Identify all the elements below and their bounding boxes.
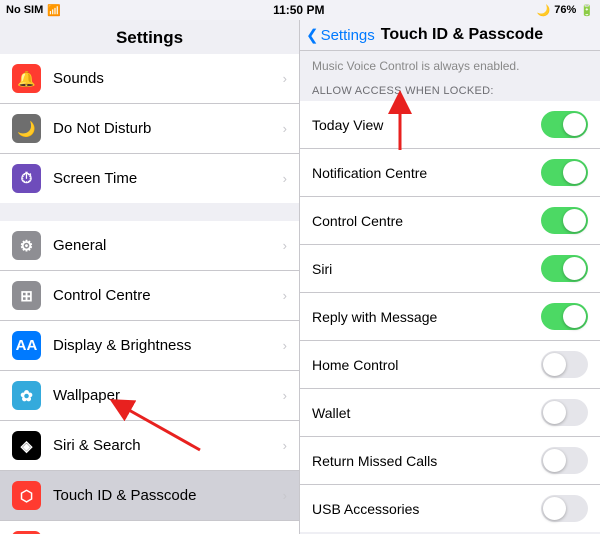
wallpaper-label: Wallpaper — [53, 387, 283, 404]
toggle-thumb-replymessage — [563, 305, 586, 328]
settings-row-touchid[interactable]: ⬡ Touch ID & Passcode› — [0, 471, 299, 521]
toggle-thumb-homecontrol — [543, 353, 566, 376]
toggle-thumb-controlcentre — [563, 209, 586, 232]
sounds-label: Sounds — [53, 70, 283, 87]
toggle-wallet[interactable] — [541, 399, 588, 426]
settings-section-0: 🔔Sounds›🌙Do Not Disturb›⏱Screen Time› — [0, 54, 299, 203]
settings-row-emergency[interactable]: SOSEmergency SOS› — [0, 521, 299, 534]
back-button[interactable]: ❮ Settings — [306, 26, 375, 44]
settings-row-siri[interactable]: ◈ Siri & Search› — [0, 421, 299, 471]
display-icon: AA — [12, 331, 41, 360]
toggle-controlcentre[interactable] — [541, 207, 588, 234]
toggle-thumb-todayview — [563, 113, 586, 136]
display-chevron-icon: › — [283, 338, 287, 353]
battery-icon: 🔋 — [580, 4, 594, 17]
settings-row-sounds[interactable]: 🔔 Sounds› — [0, 54, 299, 104]
toggle-label-usbaccessories: USB Accessories — [312, 501, 541, 517]
panels-wrapper: Settings 🔔Sounds›🌙Do Not Disturb›⏱Screen… — [0, 20, 600, 534]
toggle-label-homecontrol: Home Control — [312, 357, 541, 373]
toggle-notificationcentre[interactable] — [541, 159, 588, 186]
display-label: Display & Brightness — [53, 337, 283, 354]
toggle-thumb-wallet — [543, 401, 566, 424]
left-panel: Settings 🔔Sounds›🌙Do Not Disturb›⏱Screen… — [0, 20, 300, 534]
screentime-icon: ⏱ — [12, 164, 41, 193]
toggle-row-returnmissedcalls[interactable]: Return Missed Calls — [300, 437, 600, 485]
section-header-locked: ALLOW ACCESS WHEN LOCKED: — [300, 77, 600, 101]
donotdisturb-chevron-icon: › — [283, 121, 287, 136]
right-panel: ❮ Settings Touch ID & Passcode Music Voi… — [300, 20, 600, 534]
wallpaper-icon: ✿ — [12, 381, 41, 410]
donotdisturb-icon: 🌙 — [12, 114, 41, 143]
siri-icon: ◈ — [12, 431, 41, 460]
status-right: 🌙 76% 🔋 — [537, 4, 594, 17]
status-time: 11:50 PM — [273, 3, 324, 17]
toggle-group: Today View Notification Centre Control Cen… — [300, 101, 600, 532]
sounds-icon: 🔔 — [12, 64, 41, 93]
controlcentre-label: Control Centre — [53, 287, 283, 304]
right-content: Music Voice Control is always enabled.AL… — [300, 51, 600, 534]
wifi-icon: 📶 — [47, 4, 61, 17]
controlcentre-icon: ⊞ — [12, 281, 41, 310]
settings-section-1: ⚙General›⊞Control Centre›AADisplay & Bri… — [0, 221, 299, 534]
toggle-label-todayview: Today View — [312, 117, 541, 133]
toggle-label-notificationcentre: Notification Centre — [312, 165, 541, 181]
screentime-label: Screen Time — [53, 170, 283, 187]
chevron-left-icon: ❮ — [306, 26, 319, 44]
left-panel-title: Settings — [0, 20, 299, 54]
battery-percent: 76% — [554, 4, 576, 16]
toggle-label-returnmissedcalls: Return Missed Calls — [312, 453, 541, 469]
touchid-chevron-icon: › — [283, 488, 287, 503]
toggle-siri[interactable] — [541, 255, 588, 282]
settings-row-display[interactable]: AA Display & Brightness› — [0, 321, 299, 371]
toggle-thumb-siri — [563, 257, 586, 280]
toggle-label-replymessage: Reply with Message — [312, 309, 541, 325]
settings-row-screentime[interactable]: ⏱ Screen Time› — [0, 154, 299, 203]
wallpaper-chevron-icon: › — [283, 388, 287, 403]
toggle-row-wallet[interactable]: Wallet — [300, 389, 600, 437]
touchid-icon: ⬡ — [12, 481, 41, 510]
donotdisturb-label: Do Not Disturb — [53, 120, 283, 137]
toggle-thumb-returnmissedcalls — [543, 449, 566, 472]
info-text: Music Voice Control is always enabled. — [300, 51, 600, 77]
toggle-thumb-notificationcentre — [563, 161, 586, 184]
controlcentre-chevron-icon: › — [283, 288, 287, 303]
general-chevron-icon: › — [283, 238, 287, 253]
toggle-thumb-usbaccessories — [543, 497, 566, 520]
general-label: General — [53, 237, 283, 254]
settings-row-controlcentre[interactable]: ⊞ Control Centre› — [0, 271, 299, 321]
toggle-todayview[interactable] — [541, 111, 588, 138]
settings-row-wallpaper[interactable]: ✿ Wallpaper› — [0, 371, 299, 421]
back-label: Settings — [321, 27, 375, 44]
right-header: ❮ Settings Touch ID & Passcode — [300, 20, 600, 51]
toggle-label-controlcentre: Control Centre — [312, 213, 541, 229]
toggle-row-siri[interactable]: Siri — [300, 245, 600, 293]
toggle-returnmissedcalls[interactable] — [541, 447, 588, 474]
toggle-row-usbaccessories[interactable]: USB Accessories — [300, 485, 600, 532]
toggle-label-siri: Siri — [312, 261, 541, 277]
toggle-label-wallet: Wallet — [312, 405, 541, 421]
no-sim-label: No SIM — [6, 4, 43, 16]
right-panel-title: Touch ID & Passcode — [381, 26, 543, 44]
status-left: No SIM 📶 — [6, 4, 61, 17]
settings-list: 🔔Sounds›🌙Do Not Disturb›⏱Screen Time›⚙Ge… — [0, 54, 299, 534]
general-icon: ⚙ — [12, 231, 41, 260]
toggle-row-todayview[interactable]: Today View — [300, 101, 600, 149]
status-bar: No SIM 📶 11:50 PM 🌙 76% 🔋 — [0, 0, 600, 20]
touchid-label: Touch ID & Passcode — [53, 487, 283, 504]
toggle-row-replymessage[interactable]: Reply with Message — [300, 293, 600, 341]
settings-row-donotdisturb[interactable]: 🌙 Do Not Disturb› — [0, 104, 299, 154]
settings-row-general[interactable]: ⚙ General› — [0, 221, 299, 271]
toggle-usbaccessories[interactable] — [541, 495, 588, 522]
toggle-replymessage[interactable] — [541, 303, 588, 330]
siri-label: Siri & Search — [53, 437, 283, 454]
toggle-row-controlcentre[interactable]: Control Centre — [300, 197, 600, 245]
siri-chevron-icon: › — [283, 438, 287, 453]
toggle-homecontrol[interactable] — [541, 351, 588, 378]
toggle-row-notificationcentre[interactable]: Notification Centre — [300, 149, 600, 197]
toggle-row-homecontrol[interactable]: Home Control — [300, 341, 600, 389]
moon-icon: 🌙 — [537, 4, 551, 17]
screentime-chevron-icon: › — [283, 171, 287, 186]
sounds-chevron-icon: › — [283, 71, 287, 86]
